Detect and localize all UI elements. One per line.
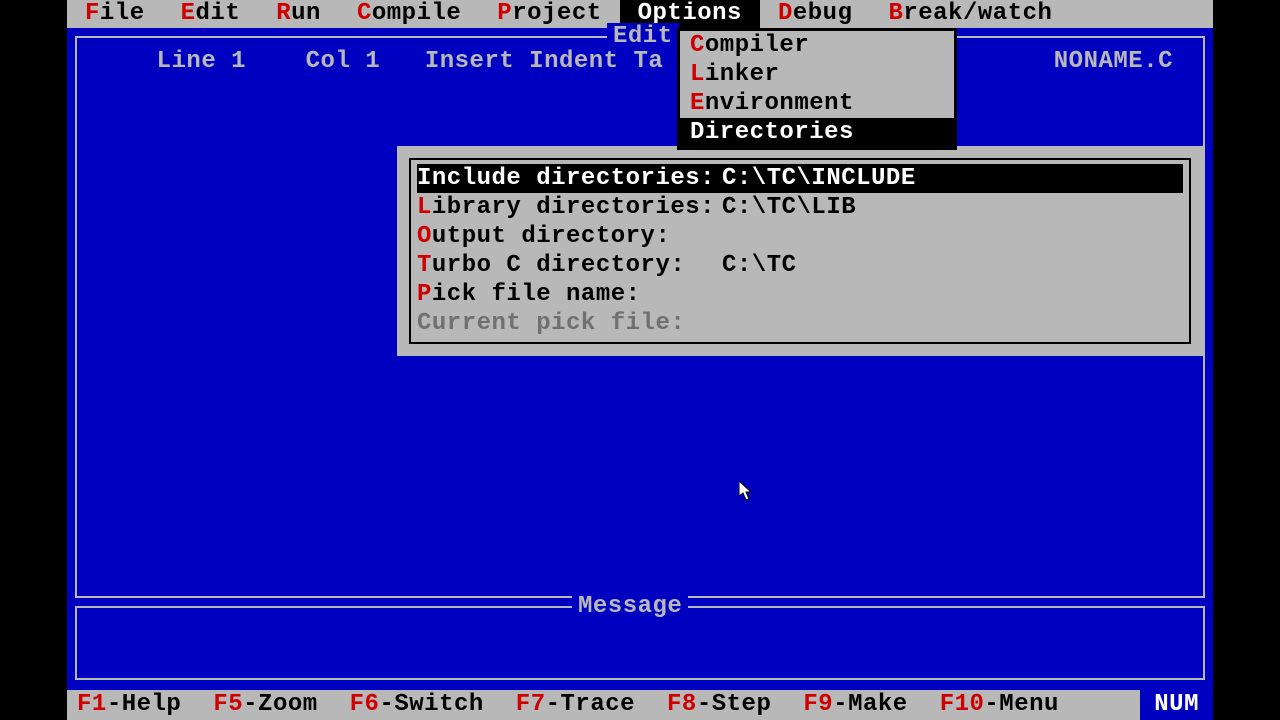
options-dropdown: CompilerLinkerEnvironmentDirectories bbox=[677, 28, 957, 150]
directories-row-value bbox=[722, 309, 1183, 338]
directories-row[interactable]: Include directories:C:\TC\INCLUDE bbox=[417, 164, 1183, 193]
editor-title: Edit bbox=[607, 23, 679, 50]
directories-row-label: Turbo C directory: bbox=[417, 251, 722, 280]
fnkey-f7[interactable]: F7-Trace bbox=[516, 690, 667, 720]
directories-row-value: C:\TC bbox=[722, 251, 1183, 280]
message-frame: Message bbox=[75, 606, 1205, 680]
fnkey-f5[interactable]: F5-Zoom bbox=[213, 690, 349, 720]
options-menu-environment[interactable]: Environment bbox=[680, 89, 954, 118]
message-title: Message bbox=[572, 593, 688, 620]
editor-status: Line 1 Col 1 Insert Indent Ta bbox=[97, 48, 663, 75]
menu-edit[interactable]: Edit bbox=[163, 0, 259, 28]
directories-row[interactable]: Turbo C directory:C:\TC bbox=[417, 251, 1183, 280]
directories-dialog-inner: Include directories:C:\TC\INCLUDELibrary… bbox=[409, 158, 1191, 344]
directories-row-label: Current pick file: bbox=[417, 309, 722, 338]
directories-dialog: Include directories:C:\TC\INCLUDELibrary… bbox=[397, 146, 1203, 356]
fnkey-f10[interactable]: F10-Menu bbox=[940, 690, 1091, 720]
menu-file[interactable]: File bbox=[67, 0, 163, 28]
options-menu-compiler[interactable]: Compiler bbox=[680, 31, 954, 60]
fnkey-f8[interactable]: F8-Step bbox=[667, 690, 803, 720]
directories-row-label: Pick file name: bbox=[417, 280, 722, 309]
menu-project[interactable]: Project bbox=[479, 0, 619, 28]
directories-row[interactable]: Library directories:C:\TC\LIB bbox=[417, 193, 1183, 222]
fnkey-f6[interactable]: F6-Switch bbox=[350, 690, 516, 720]
directories-row-value: C:\TC\LIB bbox=[722, 193, 1183, 222]
directories-row-label: Include directories: bbox=[417, 164, 722, 193]
menu-compile[interactable]: Compile bbox=[339, 0, 479, 28]
directories-row: Current pick file: bbox=[417, 309, 1183, 338]
menu-run[interactable]: Run bbox=[258, 0, 339, 28]
editor-area: Edit Line 1 Col 1 Insert Indent Ta NONAM… bbox=[67, 28, 1213, 690]
directories-row-value bbox=[722, 222, 1183, 251]
directories-row-value: C:\TC\INCLUDE bbox=[722, 164, 1183, 193]
numlock-indicator: NUM bbox=[1140, 690, 1213, 720]
directories-row-label: Library directories: bbox=[417, 193, 722, 222]
directories-row-value bbox=[722, 280, 1183, 309]
fnkey-f1[interactable]: F1-Help bbox=[77, 690, 213, 720]
directories-row-label: Output directory: bbox=[417, 222, 722, 251]
options-menu-directories[interactable]: Directories bbox=[680, 118, 954, 147]
menu-break/watch[interactable]: Break/watch bbox=[870, 0, 1070, 28]
options-menu-linker[interactable]: Linker bbox=[680, 60, 954, 89]
editor-filename: NONAME.C bbox=[1054, 48, 1173, 75]
directories-row[interactable]: Pick file name: bbox=[417, 280, 1183, 309]
directories-row[interactable]: Output directory: bbox=[417, 222, 1183, 251]
function-key-bar: F1-HelpF5-ZoomF6-SwitchF7-TraceF8-StepF9… bbox=[67, 690, 1213, 720]
fnkey-f9[interactable]: F9-Make bbox=[803, 690, 939, 720]
menu-debug[interactable]: Debug bbox=[760, 0, 871, 28]
